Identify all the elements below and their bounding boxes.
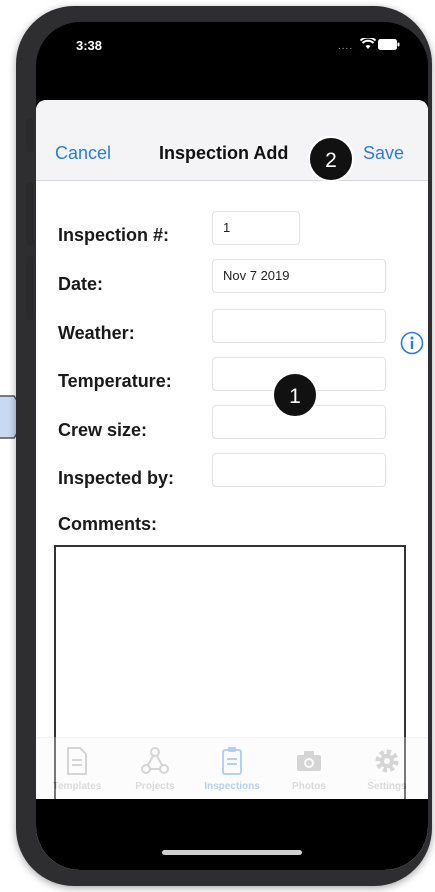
gear-icon (375, 749, 399, 773)
inspection-number-field[interactable]: 1 (212, 211, 300, 245)
volume-up-button (26, 182, 34, 246)
temperature-label: Temperature: (58, 371, 172, 391)
tab-inspections[interactable]: Inspections (193, 738, 271, 800)
callout-badge-2: 2 (308, 136, 354, 182)
volume-down-button (26, 256, 34, 320)
tab-label: Templates (52, 781, 102, 792)
inspected-by-label: Inspected by: (58, 468, 175, 488)
tab-photos[interactable]: Photos (270, 738, 348, 800)
battery-icon (378, 39, 400, 50)
tab-label: Settings (367, 781, 407, 792)
notch (134, 22, 330, 54)
save-button[interactable]: Save (363, 143, 404, 164)
weather-label: Weather: (58, 323, 135, 343)
tab-templates[interactable]: Templates (38, 738, 116, 800)
tab-projects[interactable]: Projects (116, 738, 194, 800)
callout-badge-1: 1 (272, 372, 318, 418)
inspection-number-label: Inspection #: (58, 225, 170, 245)
tab-label: Projects (135, 781, 175, 792)
tab-bar: Templates Projects Inspections Photos Se… (36, 737, 428, 800)
page-title: Inspection Add (159, 143, 289, 163)
inspected-by-field[interactable] (212, 453, 386, 487)
date-label: Date: (58, 274, 104, 294)
weather-field[interactable] (212, 309, 386, 343)
phone-screen: 3:38 .... Cancel Inspection Add Save Ins… (36, 22, 428, 870)
tab-settings[interactable]: Settings (348, 738, 426, 800)
tab-label: Photos (292, 781, 326, 792)
tab-label: Inspections (204, 781, 260, 792)
bottom-area (36, 799, 428, 870)
status-time: 3:38 (76, 38, 103, 53)
info-icon[interactable] (400, 331, 424, 355)
date-field[interactable]: Nov 7 2019 (212, 259, 386, 293)
wifi-icon (360, 38, 376, 49)
home-indicator (162, 850, 302, 855)
signal-icon: .... (338, 41, 354, 52)
comments-label: Comments: (58, 514, 158, 534)
crew-size-label: Crew size: (58, 420, 148, 440)
nav-bar: Cancel Inspection Add Save (36, 100, 428, 181)
document-icon (67, 747, 87, 775)
status-icons: .... (338, 36, 400, 52)
cancel-button[interactable]: Cancel (55, 143, 111, 164)
clipboard-icon (222, 747, 242, 775)
network-icon (141, 747, 169, 774)
inspection-add-sheet: Cancel Inspection Add Save Inspection #:… (36, 100, 428, 870)
camera-icon (297, 751, 321, 771)
mute-button (26, 118, 34, 152)
